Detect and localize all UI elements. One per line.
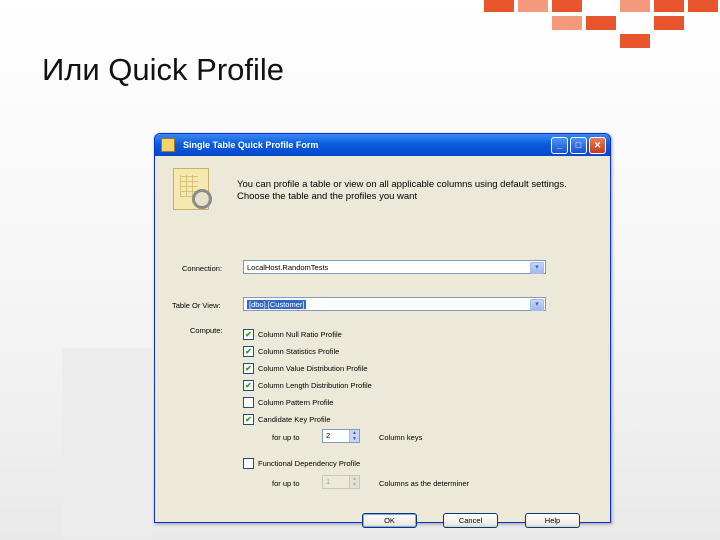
decor-block (688, 0, 718, 12)
checkbox-box[interactable]: ✔ (243, 363, 254, 374)
profile-label: Column Statistics Profile (258, 347, 340, 356)
chevron-down-icon[interactable]: ▾ (530, 262, 544, 274)
functional-stepper[interactable]: 1 ▲ ▼ (322, 475, 360, 489)
help-button[interactable]: Help (525, 513, 580, 528)
profile-label: Column Length Distribution Profile (258, 381, 372, 390)
decor-block (552, 16, 582, 30)
profile-label: Column Null Ratio Profile (258, 330, 342, 339)
window-body: You can profile a table or view on all a… (155, 156, 610, 528)
profile-label: Column Value Distribution Profile (258, 364, 368, 373)
profile-checkbox[interactable]: ✔ Column Statistics Profile (243, 346, 339, 357)
cancel-button[interactable]: Cancel (443, 513, 498, 528)
spin-arrows-icon[interactable]: ▲ ▼ (349, 476, 359, 488)
connection-select[interactable]: LocalHost.RandomTests ▾ (243, 260, 546, 274)
table-select[interactable]: [dbo].[Customer] ▾ (243, 297, 546, 311)
maximize-button[interactable]: □ (570, 137, 587, 154)
decor-block (62, 348, 152, 538)
profile-checkbox[interactable]: ✔ Column Null Ratio Profile (243, 329, 342, 340)
slide-title: Или Quick Profile (42, 52, 285, 87)
decor-block (620, 34, 650, 48)
checkbox-box[interactable]: ✔ (243, 346, 254, 357)
table-value: [dbo].[Customer] (247, 300, 307, 309)
compute-label: Compute: (190, 326, 223, 335)
decor-block (654, 0, 684, 12)
candidate-key-prefix: for up to (272, 433, 300, 442)
intro-text: You can profile a table or view on all a… (237, 179, 567, 202)
spin-arrows-icon[interactable]: ▲ ▼ (349, 430, 359, 442)
decor-block (552, 0, 582, 12)
decor-block (586, 16, 616, 30)
checkbox-box[interactable] (243, 397, 254, 408)
decor-block (484, 0, 514, 12)
profile-label: Column Pattern Profile (258, 398, 334, 407)
ok-button[interactable]: OK (362, 513, 417, 528)
checkbox-box[interactable]: ✔ (243, 414, 254, 425)
profile-checkbox[interactable]: ✔ Candidate Key Profile (243, 414, 331, 425)
quick-profile-window: Single Table Quick Profile Form _ □ ✕ Yo… (154, 133, 611, 528)
close-button[interactable]: ✕ (589, 137, 606, 154)
functional-prefix: for up to (272, 479, 300, 488)
candidate-key-value: 2 (326, 431, 331, 440)
window-titlebar[interactable]: Single Table Quick Profile Form _ □ ✕ (155, 134, 610, 156)
candidate-key-suffix: Column keys (379, 433, 423, 442)
checkbox-box[interactable]: ✔ (243, 380, 254, 391)
checkbox-box[interactable] (243, 458, 254, 469)
connection-value: LocalHost.RandomTests (247, 263, 329, 272)
checkbox-box[interactable]: ✔ (243, 329, 254, 340)
profile-checkbox[interactable]: Column Pattern Profile (243, 397, 333, 408)
table-label: Table Or View: (172, 301, 221, 310)
table-profile-icon (173, 168, 212, 210)
chevron-down-icon[interactable]: ▾ (530, 299, 544, 311)
window-title: Single Table Quick Profile Form (183, 140, 319, 150)
decor-block (654, 16, 684, 30)
decor-block (620, 0, 650, 12)
functional-dependency-label: Functional Dependency Profile (258, 459, 361, 468)
profile-checkbox[interactable]: ✔ Column Value Distribution Profile (243, 363, 368, 374)
functional-suffix: Columns as the determiner (379, 479, 470, 488)
connection-label: Connection: (182, 264, 223, 273)
functional-dependency-checkbox[interactable]: Functional Dependency Profile (243, 458, 360, 469)
functional-value: 1 (326, 477, 331, 486)
decor-block (518, 0, 548, 12)
profile-label: Candidate Key Profile (258, 415, 331, 424)
profile-checkbox[interactable]: ✔ Column Length Distribution Profile (243, 380, 372, 391)
minimize-button[interactable]: _ (551, 137, 568, 154)
app-icon (161, 138, 175, 152)
candidate-key-stepper[interactable]: 2 ▲ ▼ (322, 429, 360, 443)
